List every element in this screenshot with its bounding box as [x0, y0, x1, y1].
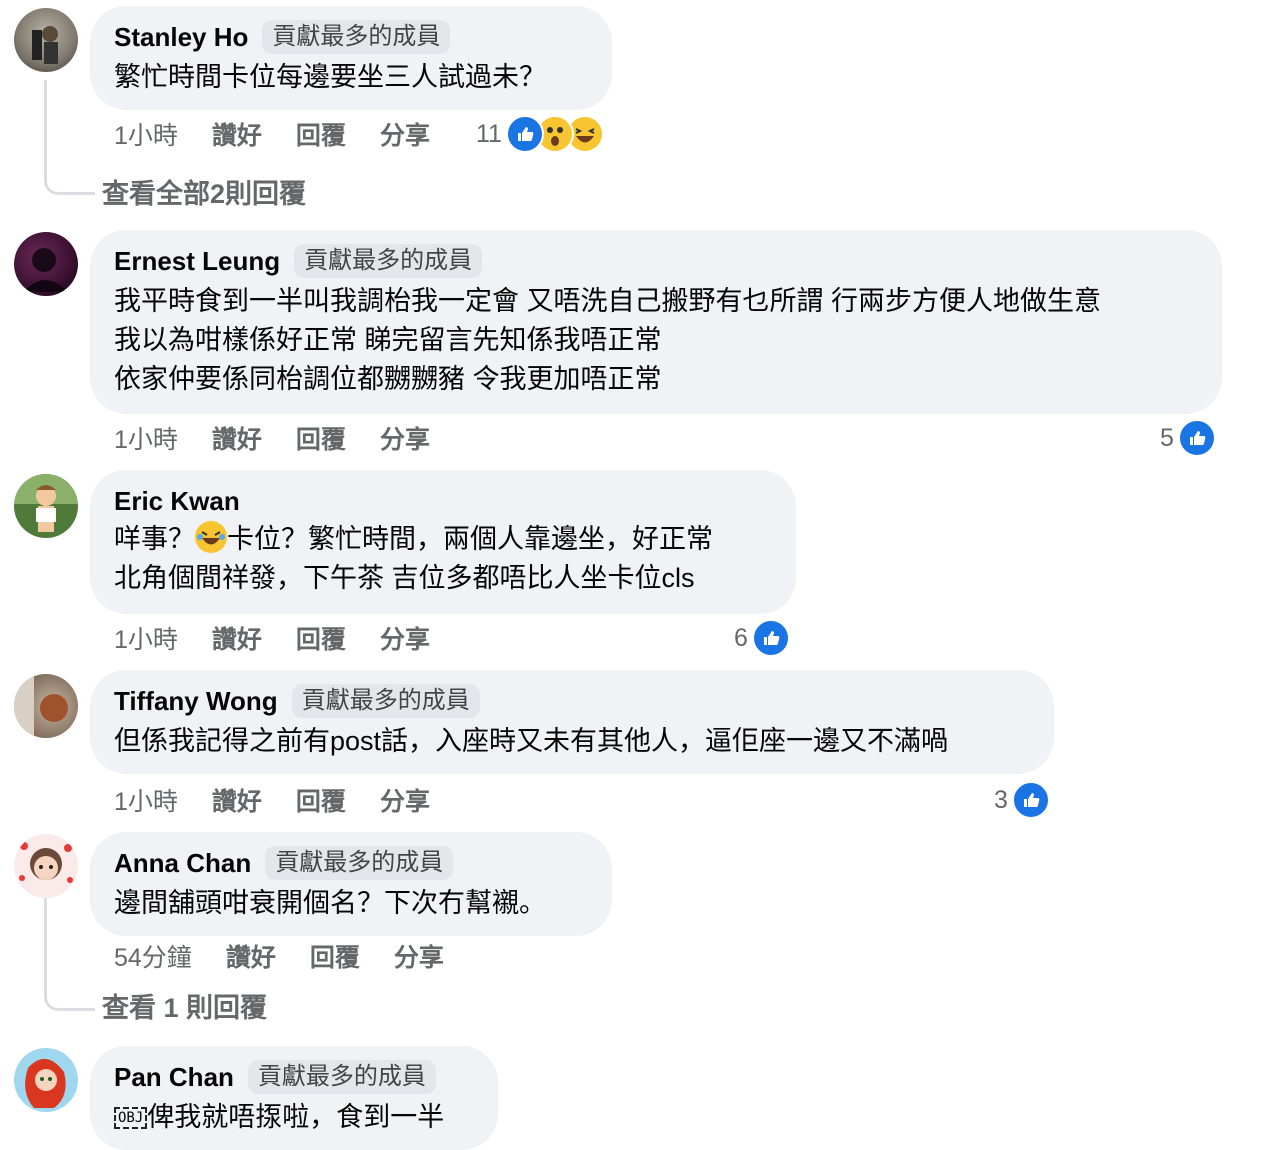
thread-connector [44, 80, 95, 195]
thread-connector [44, 898, 95, 1011]
reply-button[interactable]: 回覆 [296, 782, 346, 818]
avatar[interactable] [14, 232, 78, 296]
reaction-count: 11 [476, 119, 502, 148]
top-contributor-badge: 貢獻最多的成員 [294, 244, 483, 278]
commenter-name[interactable]: Tiffany Wong [114, 686, 278, 717]
thumbs-up-icon [505, 115, 544, 153]
reply-button[interactable]: 回覆 [296, 116, 346, 152]
comment-text-line: 我平時食到一半叫我調枱我一定會 又唔洗自己搬野有乜所謂 行兩步方便人地做生意 [114, 286, 1102, 316]
share-button[interactable]: 分享 [380, 116, 430, 152]
comment-text-line: 我以為咁樣係好正常 睇完留言先知係我唔正常 [114, 325, 662, 355]
avatar[interactable] [14, 1048, 78, 1112]
reaction-summary[interactable]: 3 [994, 780, 1050, 820]
object-replacement-glyph: OBJ [114, 1107, 148, 1129]
thumbs-up-icon [1177, 419, 1216, 457]
share-button[interactable]: 分享 [380, 420, 430, 456]
avatar[interactable] [14, 674, 78, 738]
avatar-photo-icon [14, 674, 68, 738]
like-button[interactable]: 讚好 [212, 782, 262, 818]
reaction-count: 5 [1160, 423, 1174, 452]
avatar-photo-icon [24, 248, 68, 292]
comment-timestamp[interactable]: 1小時 [114, 620, 178, 656]
like-button[interactable]: 讚好 [212, 420, 262, 456]
avatar-photo-icon [32, 26, 58, 64]
comment-text-part: 卡位？繁忙時間，兩個人靠邊坐，好正常 [227, 524, 713, 554]
comment-text: 但係我記得之前有post話，入座時又未有其他人，逼佢座一邊又不滿喎 [114, 726, 949, 756]
share-button[interactable]: 分享 [394, 938, 444, 974]
reaction-summary[interactable]: 11 [476, 114, 604, 154]
avatar[interactable] [14, 474, 78, 538]
comment-actions: 54分鐘 讚好 回覆 分享 [114, 936, 478, 976]
like-button[interactable]: 讚好 [212, 116, 262, 152]
commenter-name[interactable]: Stanley Ho [114, 22, 248, 53]
comment-text: OBJ 俾我就唔揼啦，食到一半 [114, 1098, 474, 1137]
like-button[interactable]: 讚好 [226, 938, 276, 974]
comment-timestamp[interactable]: 1小時 [114, 782, 178, 818]
comment-text-part: 俾我就唔揼啦，食到一半 [147, 1102, 445, 1132]
like-button[interactable]: 讚好 [212, 620, 262, 656]
avatar-cartoon-icon [25, 1058, 66, 1108]
reply-button[interactable]: 回覆 [310, 938, 360, 974]
share-button[interactable]: 分享 [380, 620, 430, 656]
comment-actions: 1小時 讚好 回覆 分享 [114, 114, 464, 154]
comment-actions: 1小時 讚好 回覆 分享 [114, 418, 464, 458]
avatar-cartoon-icon [19, 842, 73, 883]
reaction-count: 6 [734, 623, 748, 652]
comment-text-line: 咩事？ 卡位？繁忙時間，兩個人靠邊坐，好正常 [114, 520, 772, 559]
commenter-name[interactable]: Eric Kwan [114, 486, 240, 517]
avatar[interactable] [14, 834, 78, 898]
comment-timestamp[interactable]: 1小時 [114, 116, 178, 152]
comment-bubble: Anna Chan 貢獻最多的成員 邊間舖頭咁衰開個名？下次冇幫襯。 [90, 832, 612, 936]
comment-actions: 1小時 讚好 回覆 分享 [114, 618, 464, 658]
commenter-name[interactable]: Pan Chan [114, 1062, 234, 1093]
reaction-summary[interactable]: 6 [734, 618, 790, 658]
avatar[interactable] [14, 8, 78, 72]
comment-text: 邊間舖頭咁衰開個名？下次冇幫襯。 [114, 888, 546, 918]
comment-bubble: Ernest Leung 貢獻最多的成員 我平時食到一半叫我調枱我一定會 又唔洗… [90, 230, 1222, 414]
laughing-crying-emoji-icon [195, 521, 227, 553]
comment-timestamp[interactable]: 54分鐘 [114, 938, 192, 974]
top-contributor-badge: 貢獻最多的成員 [262, 20, 451, 54]
top-contributor-badge: 貢獻最多的成員 [265, 846, 454, 880]
commenter-name[interactable]: Ernest Leung [114, 246, 280, 277]
top-contributor-badge: 貢獻最多的成員 [291, 684, 480, 718]
reply-button[interactable]: 回覆 [296, 620, 346, 656]
view-replies-link[interactable]: 查看全部2則回覆 [102, 172, 306, 211]
comment-actions: 1小時 讚好 回覆 分享 [114, 780, 464, 820]
comment-text-line: 北角個間祥發，下午茶 吉位多都唔比人坐卡位cls [114, 563, 695, 593]
share-button[interactable]: 分享 [380, 782, 430, 818]
comment-bubble: Stanley Ho 貢獻最多的成員 繁忙時間卡位每邊要坐三人試過未？ [90, 6, 612, 110]
reaction-count: 3 [994, 785, 1008, 814]
comment-text: 繁忙時間卡位每邊要坐三人試過未？ [114, 62, 546, 92]
comment-bubble: Tiffany Wong 貢獻最多的成員 但係我記得之前有post話，入座時又未… [90, 670, 1054, 774]
top-contributor-badge: 貢獻最多的成員 [247, 1060, 436, 1094]
comment-bubble: Eric Kwan 咩事？ 卡位？繁忙時間，兩個人靠邊坐，好正常 北角個間祥發，下… [90, 470, 796, 614]
reply-button[interactable]: 回覆 [296, 420, 346, 456]
thumbs-up-icon [751, 619, 790, 657]
reaction-summary[interactable]: 5 [1160, 418, 1216, 458]
comment-text-line: 依家仲要係同枱調位都嬲嬲豬 令我更加唔正常 [114, 364, 662, 394]
comment-text-part: 咩事？ [114, 524, 195, 554]
thumbs-up-icon [1011, 781, 1050, 819]
commenter-name[interactable]: Anna Chan [114, 848, 251, 879]
comment-timestamp[interactable]: 1小時 [114, 420, 178, 456]
comment-bubble: Pan Chan 貢獻最多的成員 OBJ 俾我就唔揼啦，食到一半 [90, 1046, 498, 1150]
avatar-cartoon-icon [14, 474, 78, 532]
view-replies-link[interactable]: 查看 1 則回覆 [102, 986, 267, 1025]
